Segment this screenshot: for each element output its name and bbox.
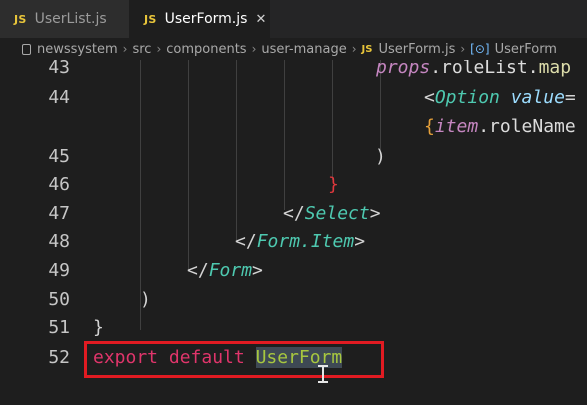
breadcrumb-item[interactable]: components xyxy=(166,42,246,57)
line-number: 45 xyxy=(48,146,70,167)
line-number: 43 xyxy=(48,60,70,78)
code-token: Form xyxy=(208,260,253,281)
close-icon[interactable]: ✕ xyxy=(255,12,266,27)
indent-guide xyxy=(188,60,189,270)
code-line[interactable]: ) xyxy=(375,145,386,169)
code-token: </ xyxy=(283,203,305,224)
chevron-right-icon: › xyxy=(460,42,466,56)
line-number: 50 xyxy=(48,289,70,310)
line-number: 52 xyxy=(48,347,70,368)
line-number: 44 xyxy=(48,87,70,108)
line-number: 46 xyxy=(48,174,70,195)
code-token: } xyxy=(328,174,339,195)
js-file-icon: JS xyxy=(361,43,373,55)
code-token: </ xyxy=(235,231,257,252)
tab-userlist[interactable]: JS UserList.js xyxy=(0,0,130,38)
line-number: 49 xyxy=(48,260,70,281)
line-number: 51 xyxy=(48,317,70,338)
folder-icon xyxy=(22,43,31,55)
code-token: Option xyxy=(434,87,500,108)
code-token: ) xyxy=(375,146,386,167)
chevron-right-icon: › xyxy=(351,42,357,56)
code-token: Select xyxy=(304,203,370,224)
code-token: > xyxy=(252,260,263,281)
highlight-annotation xyxy=(84,341,384,378)
code-line[interactable]: } xyxy=(328,173,339,197)
breadcrumb-symbol[interactable]: [⊙] UserForm xyxy=(470,42,557,57)
code-token: > xyxy=(354,231,366,252)
js-file-icon: JS xyxy=(14,12,27,26)
chevron-right-icon: › xyxy=(122,42,128,56)
code-line[interactable]: </Select> xyxy=(283,202,381,226)
tab-label: UserList.js xyxy=(34,11,107,27)
code-token: .roleName xyxy=(478,116,576,137)
breadcrumb: newssystem › src › components › user-man… xyxy=(0,38,587,60)
line-number: 48 xyxy=(48,231,70,252)
code-token: </ xyxy=(187,260,209,281)
code-line[interactable]: {item.roleName xyxy=(424,115,576,139)
code-line[interactable]: <Option value= xyxy=(424,86,576,110)
code-line[interactable]: </Form.Item> xyxy=(235,230,365,254)
symbol-variable-icon: [⊙] xyxy=(470,42,490,56)
indent-guide xyxy=(332,60,333,180)
breadcrumb-item[interactable]: src xyxy=(132,42,151,57)
breadcrumb-item[interactable]: newssystem xyxy=(22,42,118,57)
code-line[interactable]: props.roleList.map xyxy=(376,60,571,80)
code-token: .roleList. xyxy=(430,60,539,78)
code-line[interactable]: } xyxy=(93,316,104,340)
tab-userform[interactable]: JS UserForm.js ✕ xyxy=(130,0,270,38)
breadcrumb-item[interactable]: user-manage xyxy=(261,42,346,57)
code-token: { xyxy=(424,116,435,137)
chevron-right-icon: › xyxy=(251,42,257,56)
code-token: item xyxy=(434,116,479,137)
code-token: props xyxy=(376,60,431,78)
code-token: < xyxy=(424,87,435,108)
tab-label: UserForm.js xyxy=(164,11,248,27)
js-file-icon: JS xyxy=(144,12,157,26)
breadcrumb-file[interactable]: JS UserForm.js xyxy=(362,42,456,57)
tab-bar: JS UserList.js JS UserForm.js ✕ xyxy=(0,0,587,38)
code-line[interactable]: ) xyxy=(140,288,151,312)
code-token: = xyxy=(564,87,576,108)
code-token: > xyxy=(369,203,381,224)
code-token: } xyxy=(93,317,104,338)
code-token: value xyxy=(510,87,565,108)
indent-guide xyxy=(236,60,237,240)
line-number: 47 xyxy=(48,203,70,224)
code-token: Form.Item xyxy=(256,231,355,252)
code-token: ) xyxy=(140,289,151,310)
code-line[interactable]: </Form> xyxy=(187,259,263,283)
text-cursor-icon xyxy=(318,365,328,383)
code-token: map xyxy=(538,60,572,78)
indent-guide xyxy=(284,60,285,210)
chevron-right-icon: › xyxy=(156,42,162,56)
